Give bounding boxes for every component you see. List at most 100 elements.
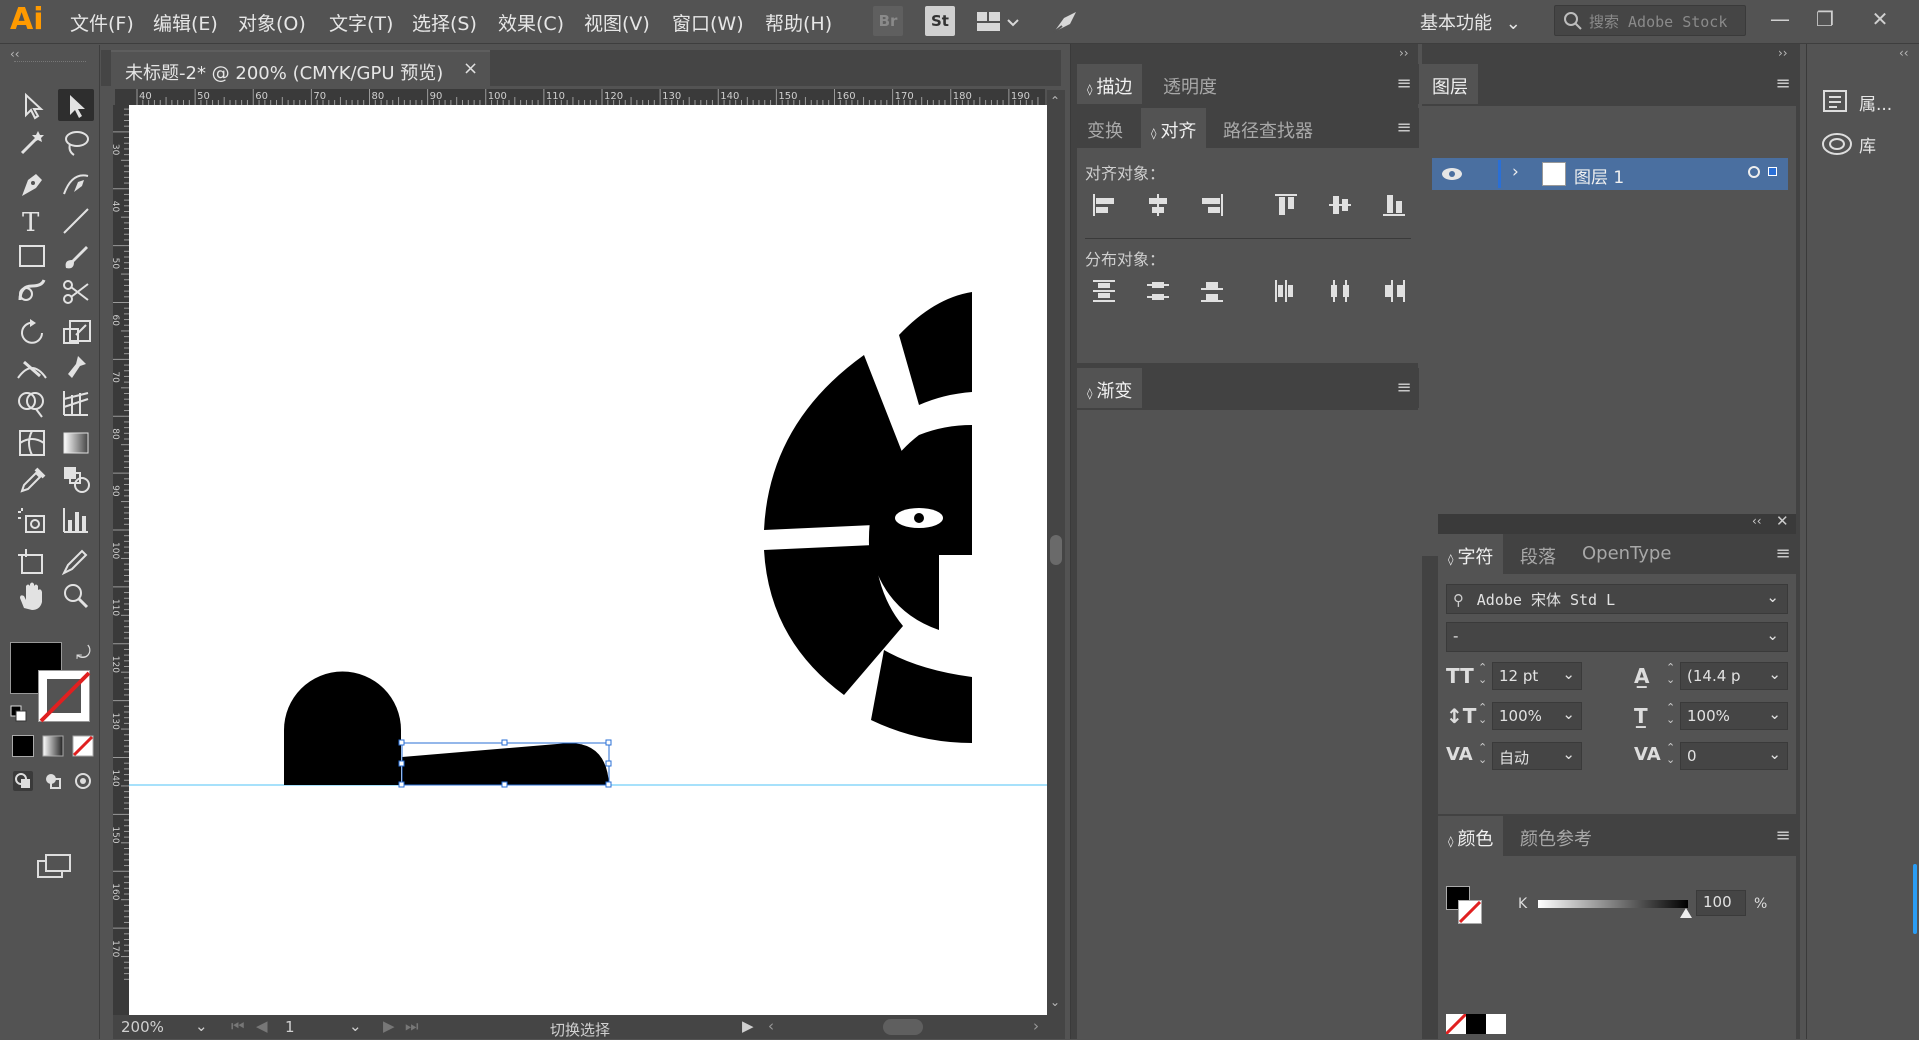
magic-wand-tool-icon[interactable] bbox=[14, 127, 50, 159]
stepper-arrows-icon[interactable]: ⌃ ⌄ bbox=[1478, 702, 1487, 726]
zoom-tool-icon[interactable] bbox=[58, 580, 94, 612]
distribute-bottom-icon[interactable] bbox=[1197, 276, 1227, 306]
quick-swatches[interactable] bbox=[1446, 1014, 1508, 1034]
gradient-mode-icon[interactable] bbox=[42, 735, 64, 757]
blend-tool-icon[interactable] bbox=[58, 463, 94, 495]
color-mode-icon[interactable] bbox=[12, 735, 34, 757]
gpu-performance-icon[interactable] bbox=[1050, 8, 1080, 36]
color-slider-track[interactable] bbox=[1538, 900, 1688, 908]
slice-tool-icon[interactable] bbox=[58, 545, 94, 577]
shape-builder-tool-icon[interactable] bbox=[14, 387, 50, 419]
rectangle-tool-icon[interactable] bbox=[14, 240, 50, 272]
tab-opentype[interactable]: OpenType bbox=[1572, 534, 1681, 574]
default-fill-stroke-icon[interactable] bbox=[10, 705, 28, 723]
rotate-tool-icon[interactable] bbox=[14, 317, 50, 349]
menu-select[interactable]: 选择(S) bbox=[412, 9, 477, 36]
artwork-body-shape-selected[interactable] bbox=[402, 743, 609, 785]
vertical-scrollbar[interactable]: ⌃ ⌄ bbox=[1047, 90, 1065, 1015]
target-icon[interactable] bbox=[1748, 166, 1760, 178]
align-horizontal-center-icon[interactable] bbox=[1143, 190, 1173, 220]
column-graph-tool-icon[interactable] bbox=[58, 504, 94, 536]
panel-menu-icon[interactable]: ≡ bbox=[1772, 534, 1794, 574]
leading-field[interactable]: (14.4 p ⌄ bbox=[1680, 662, 1788, 690]
restore-icon[interactable]: ❐ bbox=[1808, 4, 1842, 34]
artboard-tool-icon[interactable] bbox=[14, 545, 50, 577]
artboard-dropdown-icon[interactable]: ⌄ bbox=[349, 1017, 362, 1035]
tab-paragraph[interactable]: 段落 bbox=[1510, 534, 1566, 574]
draw-inside-icon[interactable] bbox=[72, 770, 94, 792]
scroll-indicator[interactable] bbox=[1913, 864, 1917, 934]
next-artboard-icon[interactable]: ▶ bbox=[383, 1017, 395, 1035]
color-value-field[interactable]: 100 bbox=[1696, 890, 1746, 916]
minimize-icon[interactable]: — bbox=[1763, 4, 1797, 34]
layer-row[interactable]: › 图层 1 bbox=[1432, 158, 1788, 190]
status-menu-icon[interactable]: ▶ bbox=[742, 1017, 754, 1035]
arrange-documents-icon[interactable] bbox=[976, 10, 1020, 34]
curvature-tool-icon[interactable] bbox=[58, 168, 94, 200]
lasso-tool-icon[interactable] bbox=[58, 127, 94, 159]
stepper-arrows-icon[interactable]: ⌃ ⌄ bbox=[1478, 742, 1487, 766]
stepper-arrows-icon[interactable]: ⌃ ⌄ bbox=[1666, 702, 1675, 726]
properties-panel-button[interactable]: 属... bbox=[1821, 84, 1911, 118]
hand-tool-icon[interactable] bbox=[14, 580, 50, 612]
mesh-tool-icon[interactable] bbox=[14, 427, 50, 459]
type-tool-icon[interactable]: T bbox=[14, 205, 50, 237]
scroll-left-icon[interactable]: ‹ bbox=[768, 1017, 774, 1035]
tracking-field[interactable]: 0 ⌄ bbox=[1680, 742, 1788, 770]
horizontal-scrollbar-thumb[interactable] bbox=[883, 1019, 923, 1035]
tab-stroke[interactable]: ◊ 描边 bbox=[1077, 64, 1143, 104]
distribute-top-icon[interactable] bbox=[1089, 276, 1119, 306]
tab-character[interactable]: ◊ 字符 bbox=[1438, 534, 1504, 574]
close-window-icon[interactable]: ✕ bbox=[1863, 4, 1897, 34]
draw-normal-icon[interactable] bbox=[12, 770, 34, 792]
tab-transparency[interactable]: 透明度 bbox=[1153, 64, 1227, 104]
distribute-vertical-center-icon[interactable] bbox=[1143, 276, 1173, 306]
menu-edit[interactable]: 编辑(E) bbox=[153, 9, 218, 36]
screen-mode-icon[interactable] bbox=[36, 853, 72, 879]
workspace-switcher[interactable]: 基本功能 ⌄ bbox=[1420, 9, 1521, 35]
stepper-arrows-icon[interactable]: ⌃ ⌄ bbox=[1666, 662, 1675, 686]
stock-search-input[interactable]: 搜索 Adobe Stock bbox=[1554, 5, 1746, 36]
scroll-down-icon[interactable]: ⌄ bbox=[1050, 995, 1060, 1009]
menu-help[interactable]: 帮助(H) bbox=[765, 9, 832, 36]
align-bottom-icon[interactable] bbox=[1379, 190, 1409, 220]
previous-artboard-icon[interactable]: ◀ bbox=[256, 1017, 268, 1035]
align-right-icon[interactable] bbox=[1197, 190, 1227, 220]
last-artboard-icon[interactable]: ⏭ bbox=[405, 1017, 419, 1035]
panel-menu-icon[interactable]: ≡ bbox=[1393, 368, 1415, 408]
stepper-arrows-icon[interactable]: ⌃ ⌄ bbox=[1478, 662, 1487, 686]
panel-menu-icon[interactable]: ≡ bbox=[1772, 64, 1794, 104]
menu-file[interactable]: 文件(F) bbox=[70, 9, 134, 36]
zoom-dropdown-icon[interactable]: ⌄ bbox=[195, 1017, 208, 1035]
stroke-color-swatch[interactable] bbox=[38, 670, 91, 723]
tab-pathfinder[interactable]: 路径查找器 bbox=[1213, 108, 1323, 148]
vertical-ruler[interactable]: 30 40 50 60 70 80 90 100 110 120 130 140 150 160 170 bbox=[113, 105, 129, 1015]
close-panel-icon[interactable]: ✕ bbox=[1776, 512, 1789, 530]
distribute-left-icon[interactable] bbox=[1271, 276, 1301, 306]
libraries-panel-button[interactable]: 库 bbox=[1821, 126, 1911, 160]
tab-transform[interactable]: 变换 bbox=[1077, 108, 1133, 148]
font-size-field[interactable]: 12 pt ⌄ bbox=[1492, 662, 1582, 690]
distribute-horizontal-center-icon[interactable] bbox=[1325, 276, 1355, 306]
align-vertical-center-icon[interactable] bbox=[1325, 190, 1355, 220]
zoom-level[interactable]: 200% bbox=[121, 1018, 164, 1036]
none-mode-icon[interactable] bbox=[72, 735, 94, 757]
panel-menu-icon[interactable]: ≡ bbox=[1393, 64, 1415, 104]
artboard-number[interactable]: 1 bbox=[285, 1018, 295, 1036]
width-tool-icon[interactable] bbox=[14, 352, 50, 384]
menu-object[interactable]: 对象(O) bbox=[238, 9, 306, 36]
horizontal-ruler[interactable]: 40 50 60 70 80 90 100 110 120 130 140 150 160 170 180 1… bbox=[115, 89, 1045, 105]
tab-gradient[interactable]: ◊ 渐变 bbox=[1077, 368, 1143, 408]
color-slider-thumb[interactable] bbox=[1680, 908, 1692, 918]
close-document-icon[interactable]: × bbox=[463, 58, 478, 79]
vertical-scale-field[interactable]: 100% ⌄ bbox=[1492, 702, 1582, 730]
menu-effect[interactable]: 效果(C) bbox=[498, 9, 564, 36]
horizontal-scale-field[interactable]: 100% ⌄ bbox=[1680, 702, 1788, 730]
shaper-tool-icon[interactable] bbox=[14, 276, 50, 308]
artboard[interactable] bbox=[129, 105, 1047, 1015]
puppet-warp-tool-icon[interactable] bbox=[58, 352, 94, 384]
collapse-icon[interactable]: ‹‹ bbox=[1752, 514, 1762, 528]
stroke-color-swatch[interactable] bbox=[1458, 900, 1482, 924]
scissors-tool-icon[interactable] bbox=[58, 276, 94, 308]
font-family-select[interactable]: ⚲ Adobe 宋体 Std L ⌄ bbox=[1446, 584, 1788, 614]
